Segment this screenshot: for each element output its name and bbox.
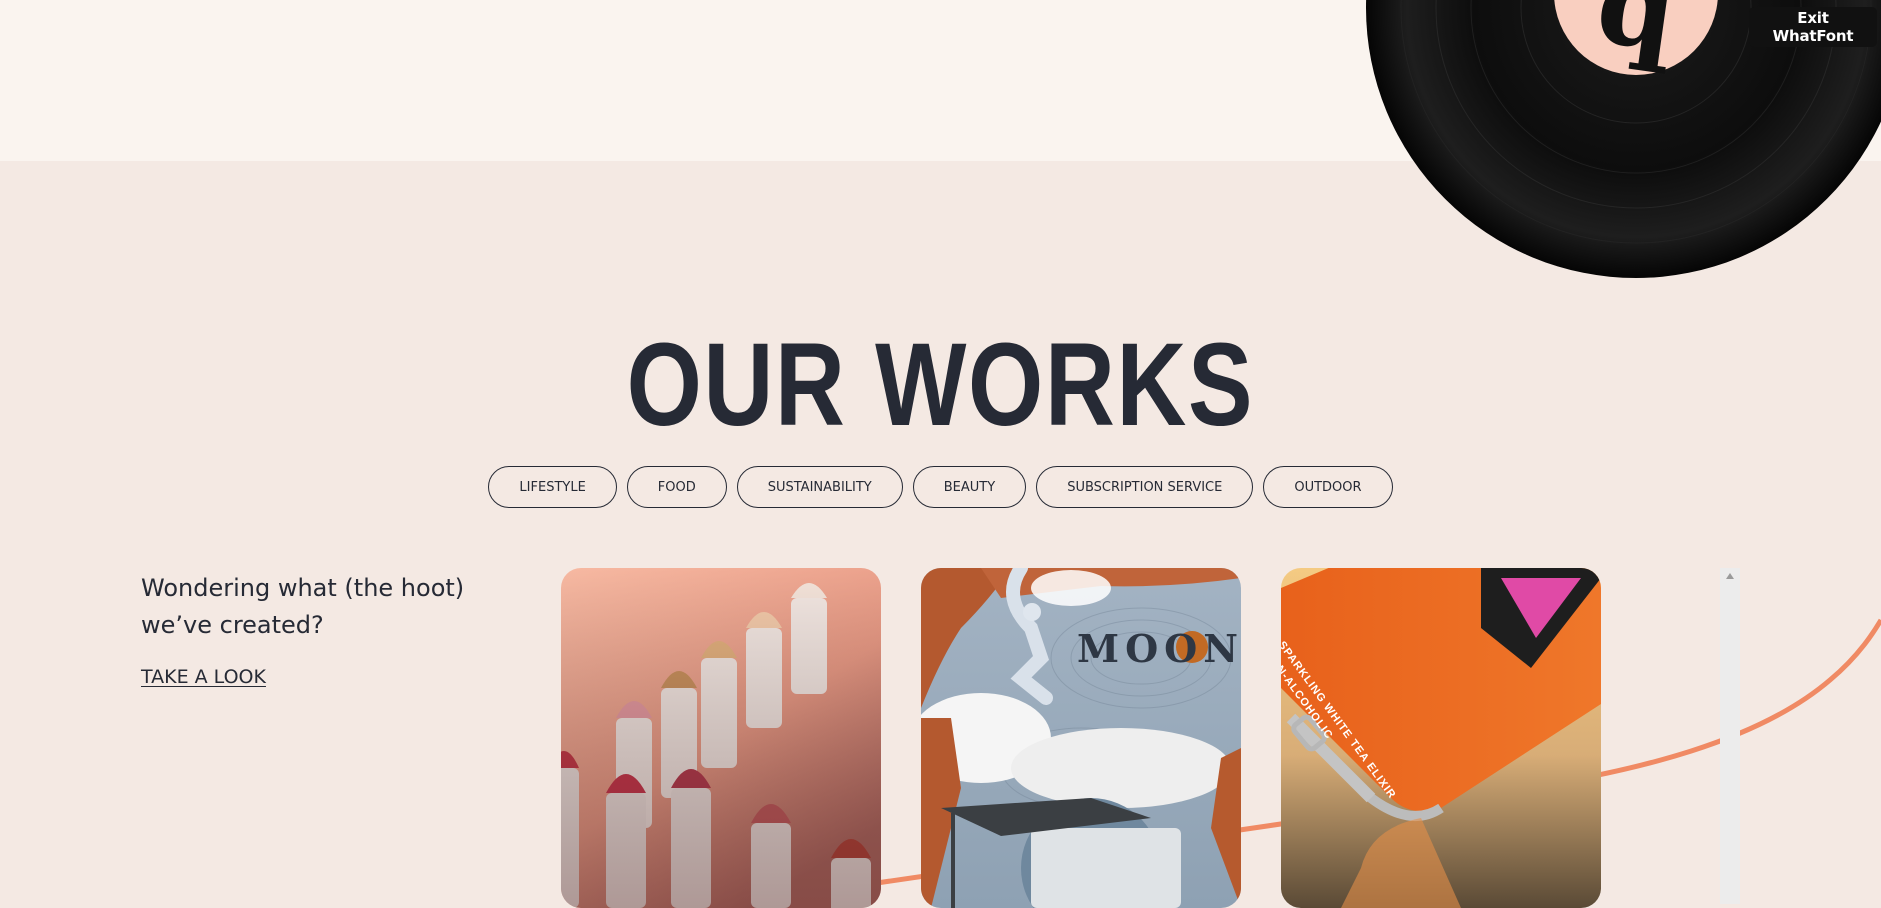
moon-title-text: MOON (1077, 626, 1241, 671)
filter-lifestyle[interactable]: LIFESTYLE (488, 466, 617, 508)
exit-whatfont-button[interactable]: Exit WhatFont (1749, 7, 1877, 47)
category-filters: LIFESTYLE FOOD SUSTAINABILITY BEAUTY SUB… (0, 466, 1881, 508)
intro-heading-line-1: Wondering what (the hoot) (141, 574, 465, 602)
filter-sustainability[interactable]: SUSTAINABILITY (736, 466, 903, 508)
triangle-up-icon[interactable] (1720, 572, 1740, 586)
intro-heading: Wondering what (the hoot) we’ve created? (141, 570, 501, 644)
work-card-beauty[interactable] (561, 568, 881, 908)
take-a-look-link[interactable]: TAKE A LOOK (141, 666, 266, 688)
carousel-scrollbar[interactable] (1720, 568, 1740, 904)
moon-outdoor-image (921, 568, 1241, 908)
filter-subscription-service[interactable]: SUBSCRIPTION SERVICE (1036, 466, 1254, 508)
beauty-crayons-image (561, 568, 881, 908)
intro-heading-line-2: we’ve created? (141, 611, 324, 639)
section-title: OUR WORKS (626, 319, 1255, 451)
work-card-outdoor[interactable]: MOON (921, 568, 1241, 908)
work-card-food[interactable]: SPARKLING WHITE TEA ELIXIR NON-ALCOHOLIC (1281, 568, 1601, 908)
filter-outdoor[interactable]: OUTDOOR (1263, 466, 1393, 508)
filter-food[interactable]: FOOD (626, 466, 727, 508)
filter-beauty[interactable]: BEAUTY (912, 466, 1027, 508)
